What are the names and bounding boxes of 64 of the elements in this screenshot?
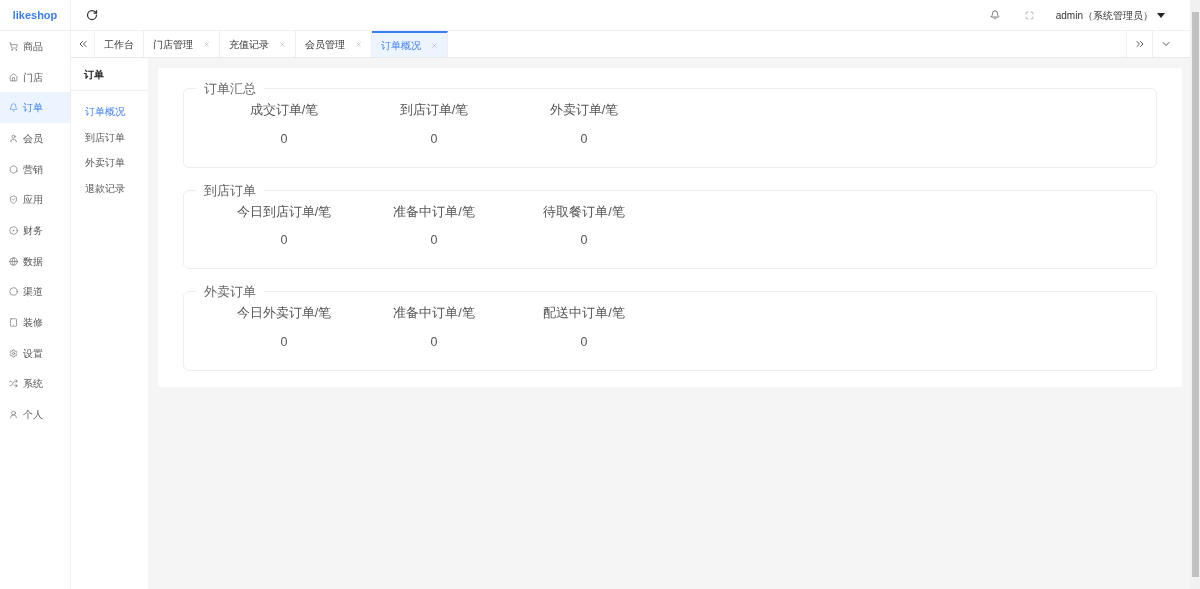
stat-value: 0 [580,130,588,148]
person-icon [9,410,18,420]
user-menu[interactable]: admin（系统管理员） [1055,7,1165,23]
nav-item[interactable]: 门店 [0,61,70,93]
stat-value: 0 [430,130,438,148]
refresh-icon[interactable] [86,9,98,21]
close-icon[interactable] [203,40,210,48]
stat-value: 0 [280,130,288,148]
logo: likeshop [12,7,58,23]
nav-item[interactable]: 数据 [0,245,70,277]
bell-icon [9,103,18,113]
nav-item[interactable]: 设置 [0,337,70,369]
nav-item[interactable]: 应用 [0,184,70,216]
stat-label: 准备中订单/笔 [393,203,475,221]
hexagon-icon [9,164,18,174]
scrollbar[interactable] [1190,0,1200,589]
nav-item[interactable]: 会员 [0,123,70,154]
nav-item[interactable]: 系统 [0,368,70,400]
stat-label: 今日外卖订单/笔 [236,305,332,322]
user-icon [9,133,18,143]
nav-item[interactable]: 商品 [0,31,70,62]
bell-icon[interactable] [989,10,1000,20]
nav-item[interactable]: 渠道 [0,276,70,308]
globe-icon [9,256,18,266]
stat-label: 成交订单/笔 [249,102,319,119]
stat-value: 0 [430,232,438,250]
home-icon [9,72,18,82]
nav-item[interactable]: 个人 [0,399,70,430]
stat-label: 外卖订单/笔 [549,102,619,119]
stat-value: 0 [580,232,588,250]
submenu-item[interactable]: 订单概况 [71,99,148,125]
stat-value: 0 [280,333,288,351]
close-icon[interactable] [355,40,362,48]
shield-icon [9,195,18,205]
settings-icon [9,348,18,358]
tab[interactable]: 充值记录 [220,31,296,57]
cart-icon [9,41,18,51]
nav-item[interactable]: 财务 [0,215,70,246]
submenu-item[interactable]: 退款记录 [71,175,148,202]
tab[interactable]: 工作台 [95,31,144,57]
stat-label: 准备中订单/笔 [393,305,475,322]
tablet-icon [9,318,18,328]
stat-value: 0 [430,333,438,351]
shuffle-icon [9,379,18,389]
close-icon[interactable] [431,41,438,49]
fullscreen-icon[interactable] [1024,10,1034,20]
tab[interactable]: 订单概况 [372,31,448,57]
submenu-title: 订单 [84,67,104,82]
nav-item[interactable]: 装修 [0,307,70,338]
stat-value: 0 [280,232,288,250]
submenu-item[interactable]: 外卖订单 [71,150,148,176]
stat-label: 待取餐订单/笔 [543,203,625,221]
stat-label: 配送中订单/笔 [543,305,625,322]
close-icon[interactable] [279,40,286,48]
stat-label: 到店订单/笔 [399,102,469,119]
tab[interactable]: 门店管理 [144,31,220,57]
stat-label: 今日到店订单/笔 [236,203,332,221]
caret-icon [1157,12,1165,18]
nav-item[interactable]: 营销 [0,153,70,185]
ring-icon [9,287,18,297]
stat-value: 0 [580,333,588,351]
nav-item[interactable]: 订单 [0,92,70,124]
double-chevron-right-icon [1133,38,1146,50]
submenu-item[interactable]: 到店订单 [71,124,148,151]
